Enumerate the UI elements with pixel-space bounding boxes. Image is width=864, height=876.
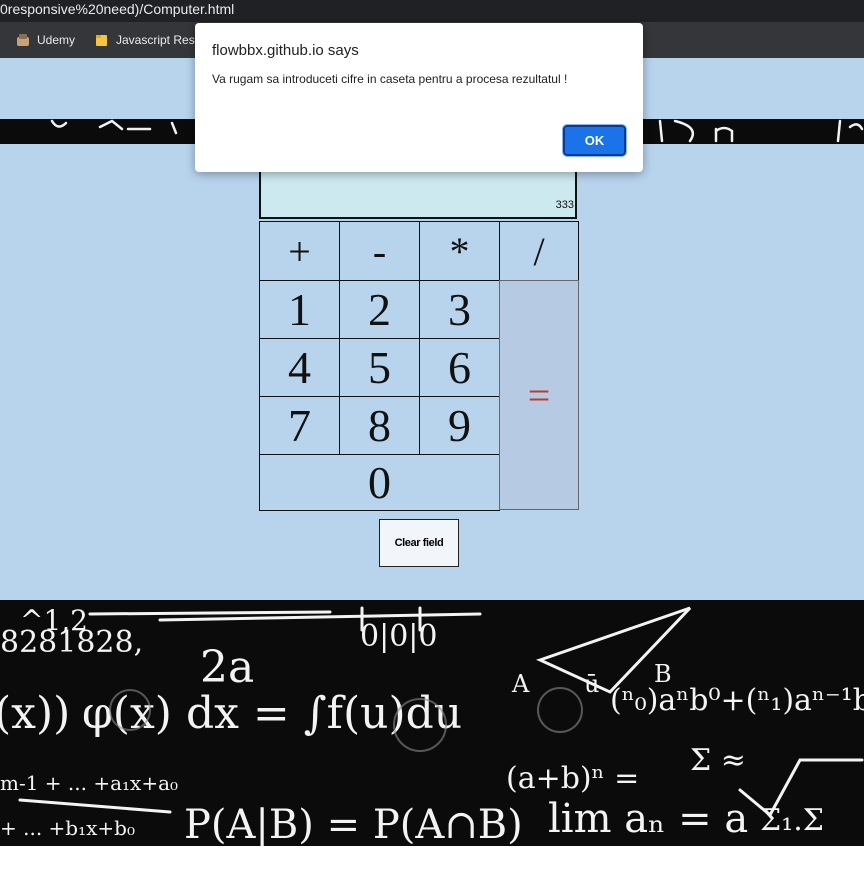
udemy-bookmark-icon xyxy=(16,33,30,47)
digit-4-button[interactable]: 4 xyxy=(259,338,340,397)
digit-0-button[interactable]: 0 xyxy=(259,454,500,511)
svg-text:Σ ≈: Σ ≈ xyxy=(690,743,746,778)
display-value: 333 xyxy=(555,199,574,211)
ok-button[interactable]: OK xyxy=(562,124,627,157)
svg-text:m-1 + ... +a₁x+a₀: m-1 + ... +a₁x+a₀ xyxy=(0,771,178,795)
digit-1-button[interactable]: 1 xyxy=(259,280,340,339)
equals-button[interactable]: = xyxy=(499,280,579,510)
alert-dialog: flowbbx.github.io says Va rugam sa intro… xyxy=(195,23,643,172)
folder-icon xyxy=(95,33,109,47)
clear-field-button[interactable]: Clear field xyxy=(379,519,459,567)
add-button[interactable]: + xyxy=(259,221,340,281)
svg-text:(a+b)ⁿ =: (a+b)ⁿ = xyxy=(506,761,639,796)
chalkboard-banner-bottom: 2a 8281828, ^1,2 (x)) φ(x) dx = ∫f(u)du … xyxy=(0,600,864,846)
svg-text:φ(x) dx = ∫f(u)du: φ(x) dx = ∫f(u)du xyxy=(82,688,462,739)
bookmark-label: Udemy xyxy=(37,33,76,47)
svg-text:0|0|0: 0|0|0 xyxy=(360,619,437,654)
bookmark-javascript[interactable]: Javascript Reso xyxy=(95,31,201,49)
svg-text:2a: 2a xyxy=(200,642,254,693)
svg-text:+ ... +b₁x+b₀: + ... +b₁x+b₀ xyxy=(0,816,135,840)
page-footer-area xyxy=(0,846,864,876)
digit-3-button[interactable]: 3 xyxy=(419,280,500,339)
address-bar[interactable]: 0responsive%20need)/Computer.html xyxy=(0,0,864,22)
svg-text:Σ₁.Σ: Σ₁.Σ xyxy=(760,803,824,838)
digit-7-button[interactable]: 7 xyxy=(259,396,340,455)
svg-text:lim aₙ = a: lim aₙ = a xyxy=(548,796,748,842)
divide-button[interactable]: / xyxy=(499,221,579,281)
url-text: 0responsive%20need)/Computer.html xyxy=(0,1,235,17)
svg-text:(ⁿ₀)aⁿb⁰+(ⁿ₁)aⁿ⁻¹b¹: (ⁿ₀)aⁿb⁰+(ⁿ₁)aⁿ⁻¹b¹ xyxy=(610,683,864,718)
digit-8-button[interactable]: 8 xyxy=(339,396,420,455)
subtract-button[interactable]: - xyxy=(339,221,420,281)
digit-5-button[interactable]: 5 xyxy=(339,338,420,397)
svg-text:P(A|B) = P(A∩B): P(A|B) = P(A∩B) xyxy=(184,802,523,846)
bookmark-udemy[interactable]: Udemy xyxy=(16,31,75,49)
svg-text:(x)): (x)) xyxy=(0,688,70,739)
multiply-button[interactable]: * xyxy=(419,221,500,281)
svg-text:^1,2: ^1,2 xyxy=(20,604,88,637)
bookmark-label: Javascript Reso xyxy=(116,33,202,47)
digit-2-button[interactable]: 2 xyxy=(339,280,420,339)
dialog-message: Va rugam sa introduceti cifre in caseta … xyxy=(212,72,568,86)
digit-9-button[interactable]: 9 xyxy=(419,396,500,455)
digit-6-button[interactable]: 6 xyxy=(419,338,500,397)
svg-text:A: A xyxy=(511,670,530,698)
dialog-origin: flowbbx.github.io says xyxy=(212,42,359,59)
